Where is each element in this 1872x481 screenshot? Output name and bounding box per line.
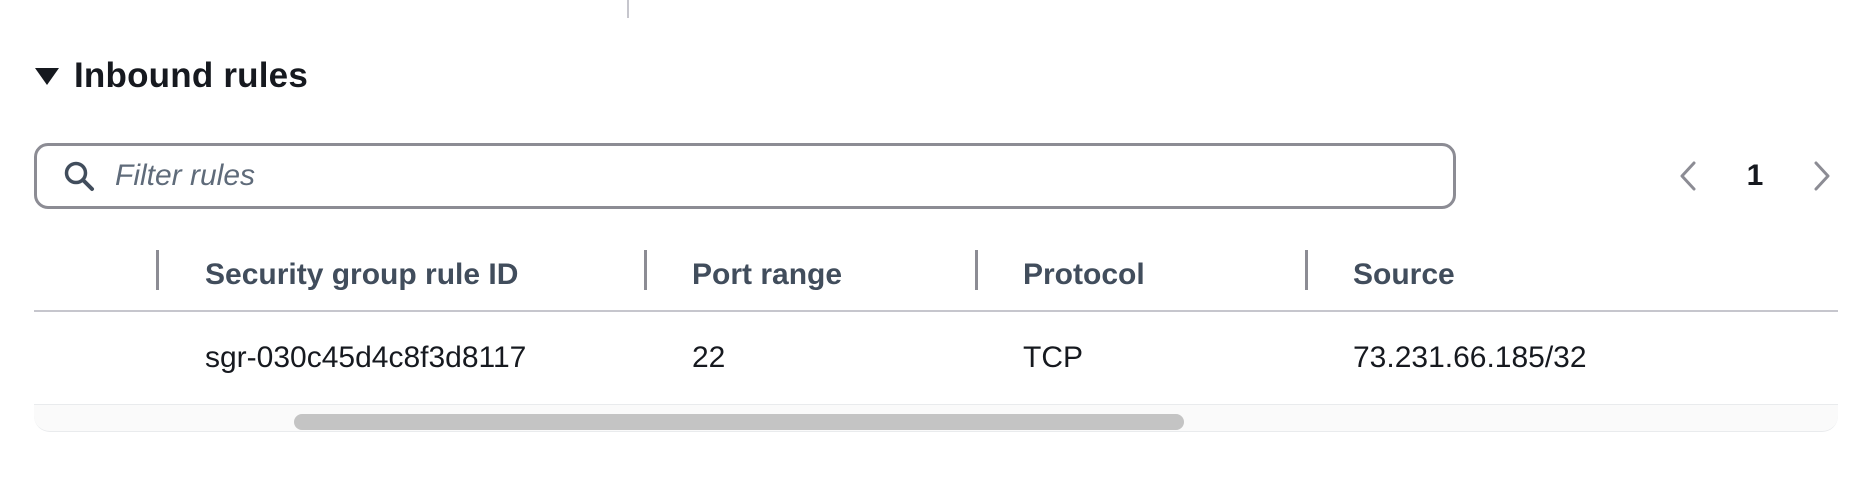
chevron-right-icon[interactable] — [1804, 156, 1840, 196]
section-title: Inbound rules — [74, 56, 308, 95]
column-header-rule-id[interactable]: Security group rule ID — [205, 240, 518, 310]
table-header: Security group rule ID Port range Protoc… — [34, 240, 1838, 312]
column-header-source[interactable]: Source — [1353, 240, 1455, 310]
column-resizer[interactable] — [1305, 250, 1308, 290]
filter-box[interactable] — [34, 143, 1456, 209]
search-icon — [61, 158, 97, 194]
column-resizer[interactable] — [644, 250, 647, 290]
scrollbar-thumb[interactable] — [294, 414, 1184, 430]
table-row[interactable]: sgr-030c45d4c8f3d8117 22 TCP 73.231.66.1… — [34, 312, 1838, 405]
rules-table: Security group rule ID Port range Protoc… — [34, 240, 1838, 432]
column-header-protocol[interactable]: Protocol — [1023, 240, 1145, 310]
inbound-rules-panel: Inbound rules 1 Security group rule ID P… — [0, 0, 1872, 481]
column-header-port-range[interactable]: Port range — [692, 240, 842, 310]
cell-rule-id: sgr-030c45d4c8f3d8117 — [205, 341, 527, 374]
cell-protocol: TCP — [1023, 341, 1083, 374]
cell-port-range: 22 — [692, 341, 726, 374]
top-divider — [627, 0, 629, 18]
cell-source: 73.231.66.185/32 — [1353, 341, 1587, 374]
pagination: 1 — [1670, 150, 1840, 202]
chevron-left-icon[interactable] — [1670, 156, 1706, 196]
column-resizer[interactable] — [156, 250, 159, 290]
caret-down-icon[interactable] — [34, 63, 60, 89]
page-number[interactable]: 1 — [1747, 159, 1764, 193]
section-toggle[interactable]: Inbound rules — [34, 52, 308, 100]
horizontal-scrollbar[interactable] — [34, 405, 1838, 432]
column-resizer[interactable] — [975, 250, 978, 290]
filter-rules-input[interactable] — [113, 150, 1417, 202]
